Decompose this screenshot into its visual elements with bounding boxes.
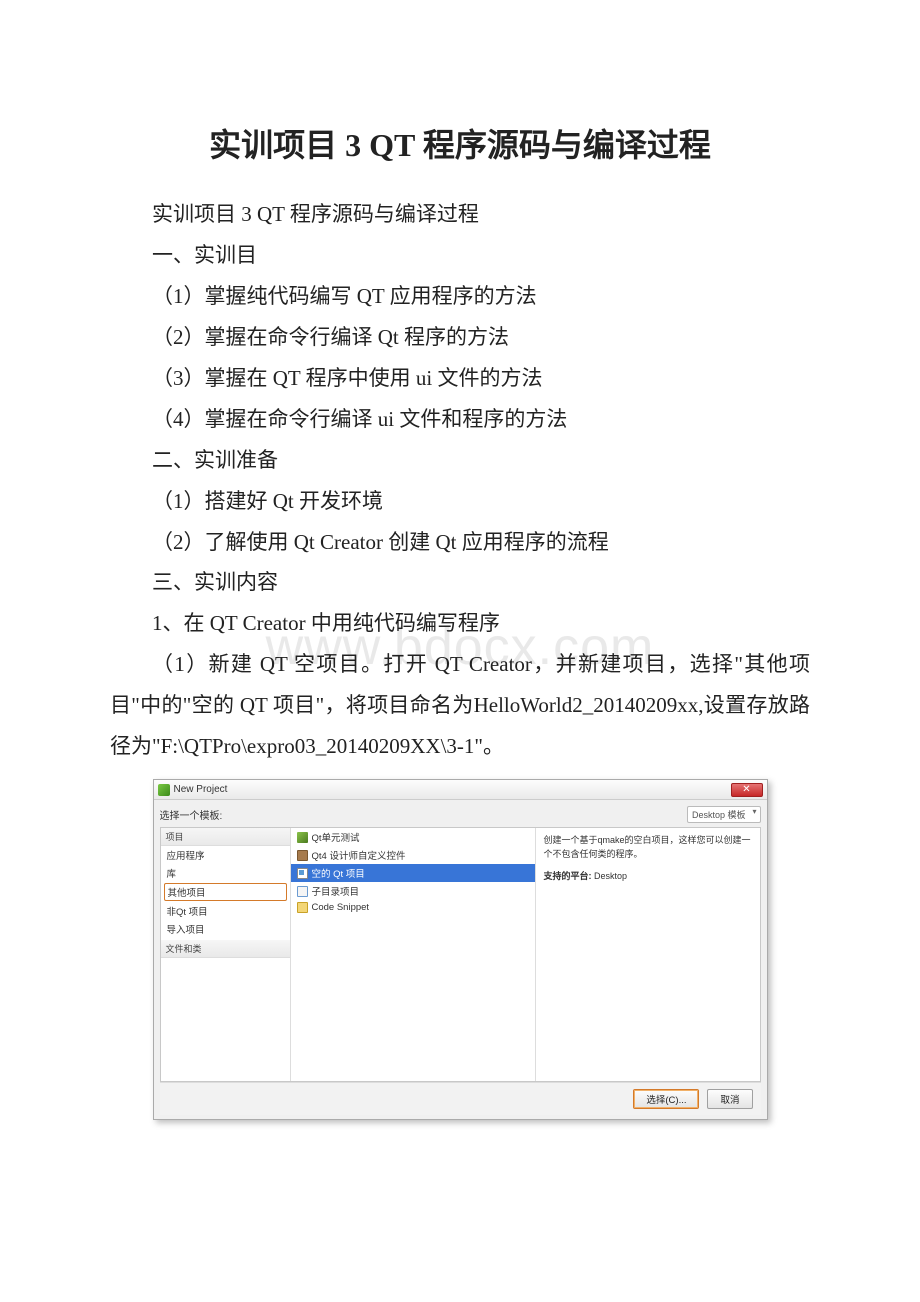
template-label: 子目录项目 xyxy=(312,884,360,898)
choose-button[interactable]: 选择(C)... xyxy=(633,1089,699,1109)
template-filter-dropdown[interactable]: Desktop 模板 xyxy=(687,806,761,823)
template-description-panel: 创建一个基于qmake的空白项目，这样您可以创建一个不包含任何类的程序。 支持的… xyxy=(536,828,760,1081)
category-item-import[interactable]: 导入项目 xyxy=(161,920,290,938)
template-icon xyxy=(297,868,308,879)
section3-step1: 1、在 QT Creator 中用纯代码编写程序 xyxy=(110,603,810,644)
section1-item-3: （3）掌握在 QT 程序中使用 ui 文件的方法 xyxy=(110,358,810,399)
section2-heading: 二、实训准备 xyxy=(110,440,810,481)
category-item-lib[interactable]: 库 xyxy=(161,864,290,882)
close-icon[interactable]: ✕ xyxy=(731,783,763,797)
section3-heading: 三、实训内容 xyxy=(110,562,810,603)
template-item-empty-qt[interactable]: 空的 Qt 项目 xyxy=(291,864,535,882)
new-project-dialog: New Project ✕ 选择一个模板: Desktop 模板 项目 应用程序… xyxy=(153,779,768,1120)
qt-icon xyxy=(158,784,170,796)
section1-heading: 一、实训目 xyxy=(110,235,810,276)
section1-item-2: （2）掌握在命令行编译 Qt 程序的方法 xyxy=(110,317,810,358)
category-header: 项目 xyxy=(161,828,290,846)
section1-item-1: （1）掌握纯代码编写 QT 应用程序的方法 xyxy=(110,276,810,317)
folder-icon xyxy=(297,902,308,913)
section3-desc: （1）新建 QT 空项目。打开 QT Creator，并新建项目，选择"其他项目… xyxy=(110,644,810,767)
dialog-titlebar: New Project ✕ xyxy=(154,780,767,800)
template-item-unittest[interactable]: Qt单元测试 xyxy=(291,828,535,846)
supported-platforms: 支持的平台: Desktop xyxy=(544,869,752,882)
template-label: Qt4 设计师自定义控件 xyxy=(312,848,406,862)
template-item-designer-widget[interactable]: Qt4 设计师自定义控件 xyxy=(291,846,535,864)
category-item-nonqt[interactable]: 非Qt 项目 xyxy=(161,902,290,920)
template-label: 选择一个模板: xyxy=(160,807,223,822)
page-title: 实训项目 3 QT 程序源码与编译过程 xyxy=(110,120,810,166)
section2-item-1: （1）搭建好 Qt 开发环境 xyxy=(110,481,810,522)
document-page: 实训项目 3 QT 程序源码与编译过程 实训项目 3 QT 程序源码与编译过程 … xyxy=(0,0,920,1160)
template-description: 创建一个基于qmake的空白项目，这样您可以创建一个不包含任何类的程序。 xyxy=(544,834,752,861)
category-footer: 文件和类 xyxy=(161,940,290,958)
section2-item-2: （2）了解使用 Qt Creator 创建 Qt 应用程序的流程 xyxy=(110,522,810,563)
cancel-button[interactable]: 取消 xyxy=(707,1089,752,1109)
platform-label: 支持的平台: xyxy=(544,871,592,881)
template-item-snippet[interactable]: Code Snippet xyxy=(291,900,535,915)
section1-item-4: （4）掌握在命令行编译 ui 文件和程序的方法 xyxy=(110,399,810,440)
template-label: Qt单元测试 xyxy=(312,830,360,844)
template-icon xyxy=(297,850,308,861)
platform-value: Desktop xyxy=(594,871,627,881)
subtitle-line: 实训项目 3 QT 程序源码与编译过程 xyxy=(110,194,810,235)
template-icon xyxy=(297,832,308,843)
template-label: Code Snippet xyxy=(312,902,370,913)
template-item-subdirs[interactable]: 子目录项目 xyxy=(291,882,535,900)
dialog-title: New Project xyxy=(174,784,731,795)
template-icon xyxy=(297,886,308,897)
template-label: 空的 Qt 项目 xyxy=(312,866,365,880)
category-list: 项目 应用程序 库 其他项目 非Qt 项目 导入项目 文件和类 xyxy=(161,828,291,1081)
category-item-apps[interactable]: 应用程序 xyxy=(161,846,290,864)
template-list: Qt单元测试 Qt4 设计师自定义控件 空的 Qt 项目 子目录项目 xyxy=(291,828,536,1081)
category-item-other[interactable]: 其他项目 xyxy=(164,883,287,901)
